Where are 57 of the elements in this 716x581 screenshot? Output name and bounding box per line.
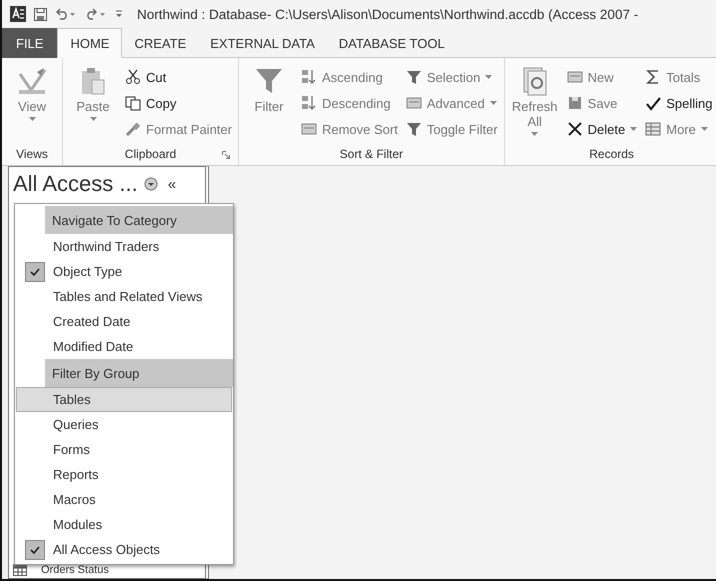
menu-item[interactable]: Northwind Traders <box>16 234 232 259</box>
funnel-icon <box>254 66 284 96</box>
ribbon-button[interactable]: Cut <box>125 64 232 90</box>
app-logo-icon[interactable] <box>10 6 26 22</box>
ribbon-button[interactable]: Delete <box>566 116 638 142</box>
caret-icon <box>485 75 492 79</box>
caret-icon <box>90 117 96 121</box>
group-label: Clipboard <box>124 147 176 161</box>
menu-item[interactable]: Forms <box>16 437 232 462</box>
funnel-icon <box>406 121 422 137</box>
group-label: Views <box>16 147 48 161</box>
file-tab[interactable]: FILE <box>2 28 58 58</box>
ribbon-tab[interactable]: CREATE <box>122 28 198 58</box>
delete-icon <box>566 121 583 137</box>
spelling-icon <box>645 95 662 111</box>
menu-item[interactable]: Created Date <box>16 309 232 334</box>
menu-item[interactable]: Reports <box>16 462 232 487</box>
menu-item[interactable]: Tables <box>16 387 232 412</box>
menu-item[interactable]: All Access Objects <box>16 537 232 562</box>
save-icon[interactable] <box>34 8 47 20</box>
funnel-icon <box>406 69 422 85</box>
menu-item[interactable]: Modified Date <box>16 334 232 359</box>
sort-ascending-icon <box>300 69 317 85</box>
paintbrush-icon <box>125 121 141 137</box>
caret-icon <box>630 127 638 131</box>
ribbon-button[interactable]: Spelling <box>645 90 713 116</box>
menu-item[interactable]: Tables and Related Views <box>16 284 232 309</box>
form-icon <box>406 95 422 111</box>
scissors-icon <box>125 69 141 85</box>
menu-item[interactable]: Macros <box>16 487 232 512</box>
undo-icon[interactable] <box>55 8 77 20</box>
menu-item[interactable]: Queries <box>16 412 232 437</box>
sort-descending-icon <box>300 95 317 111</box>
collapse-pane-button[interactable]: « <box>168 176 176 192</box>
ribbon-tab[interactable]: DATABASE TOOL <box>326 28 457 58</box>
menu-item[interactable]: Modules <box>16 512 232 537</box>
group-label: Records <box>589 147 634 161</box>
dialog-launcher-icon[interactable] <box>222 151 230 159</box>
caret-icon <box>490 101 497 105</box>
ribbon-button[interactable]: Copy <box>125 90 232 116</box>
customize-toolbar-icon[interactable] <box>115 9 123 19</box>
grid-icon <box>645 121 662 137</box>
copy-icon <box>125 95 141 111</box>
caret-icon <box>28 117 36 121</box>
menu-header: Filter By Group <box>45 359 233 387</box>
ribbon-tab[interactable]: EXTERNAL DATA <box>198 28 327 58</box>
menu-header: Navigate To Category <box>45 206 233 234</box>
caret-icon <box>700 127 708 131</box>
menu-item[interactable]: Object Type <box>16 259 232 284</box>
group-label: Sort & Filter <box>340 147 403 161</box>
save-icon <box>566 95 583 111</box>
dropdown-circle-icon[interactable] <box>144 177 158 191</box>
ribbon-tab[interactable]: HOME <box>57 28 122 58</box>
redo-icon[interactable] <box>85 8 107 20</box>
navigation-pane-title[interactable]: All Access ... <box>13 171 138 197</box>
window-title: Northwind : Database- C:\Users\Alison\Documents\Northwind.accdb (Access 2007 - <box>137 6 638 22</box>
caret-icon <box>531 132 538 136</box>
